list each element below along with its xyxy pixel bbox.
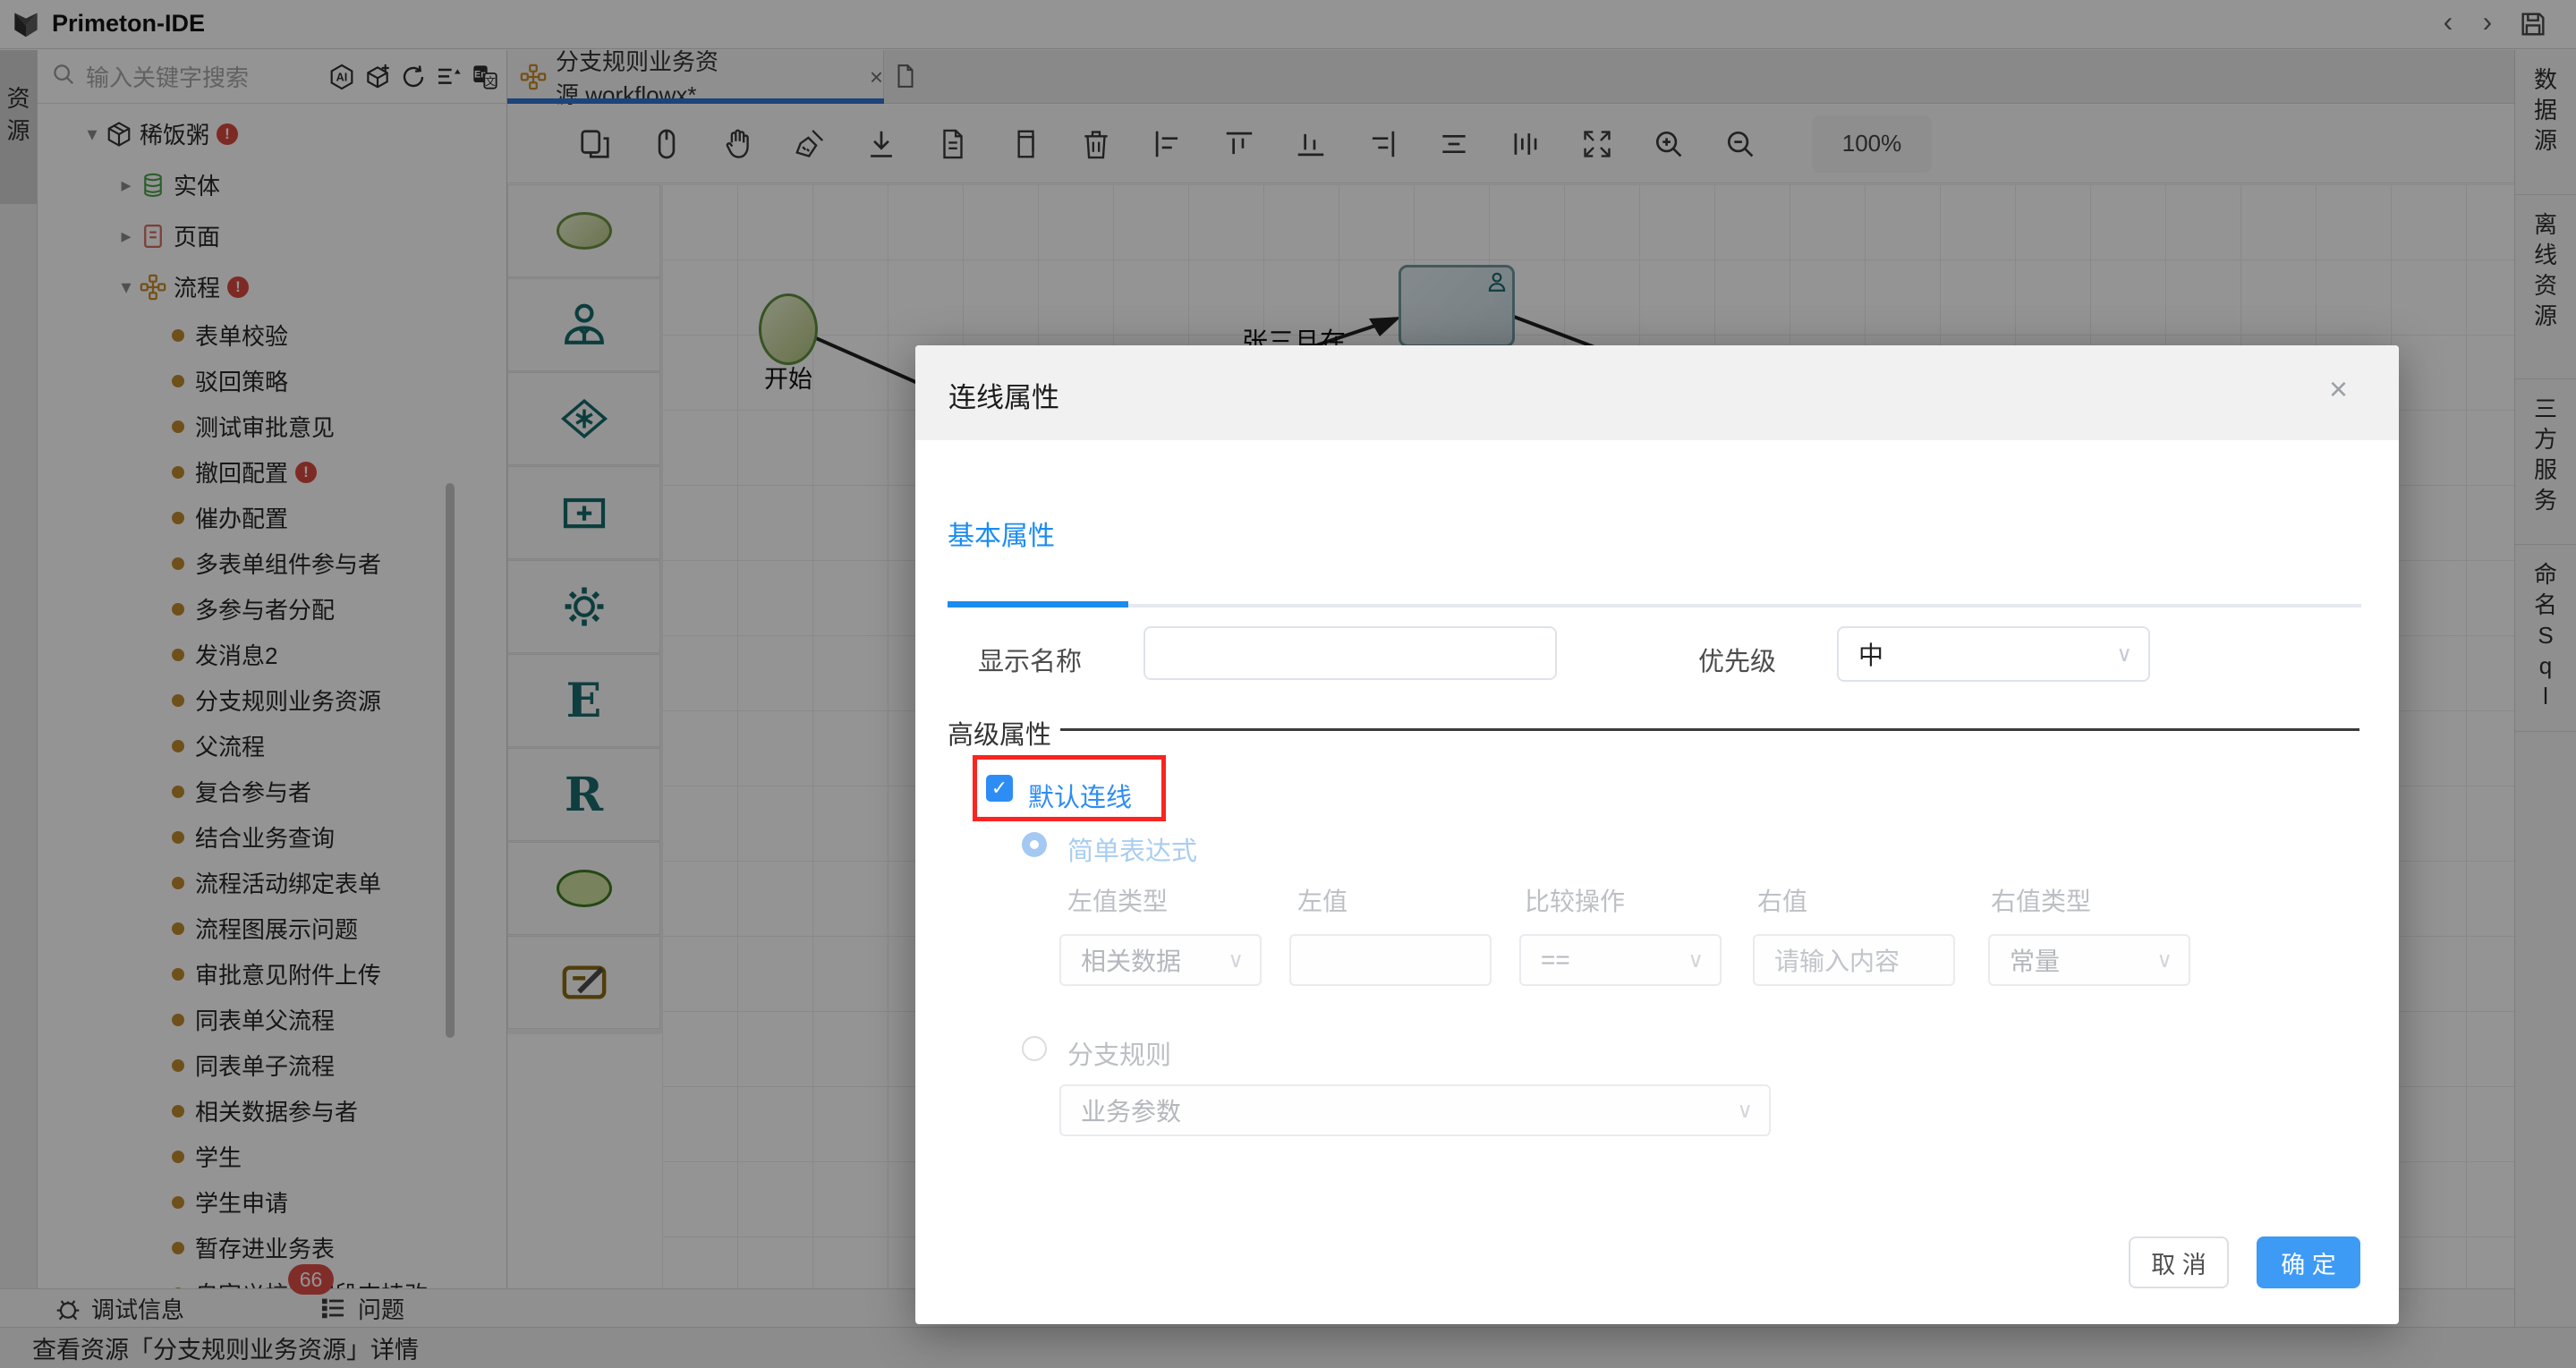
left-value-input[interactable]	[1289, 934, 1492, 986]
chevron-down-icon: ∨	[1688, 947, 1704, 973]
cancel-button[interactable]: 取 消	[2129, 1236, 2229, 1288]
ok-button[interactable]: 确 定	[2257, 1236, 2360, 1288]
column-label: 右值	[1757, 888, 1808, 915]
advanced-section-divider	[1060, 728, 2359, 731]
left-type-select[interactable]: 相关数据 ∨	[1059, 934, 1262, 986]
dialog-close-icon[interactable]: ×	[2329, 370, 2348, 408]
right-type-select[interactable]: 常量 ∨	[1988, 934, 2190, 986]
chevron-down-icon: ∨	[1228, 947, 1244, 973]
advanced-section-label: 高级属性	[948, 721, 1052, 750]
operator-select[interactable]: == ∨	[1519, 934, 1722, 986]
edge-properties-dialog: 连线属性 × 基本属性 显示名称 优先级 中 ∨ 高级属性 ✓ 默认连线 简单表…	[915, 345, 2399, 1324]
branch-param-value: 业务参数	[1081, 1098, 1182, 1126]
tab-active-underline	[948, 601, 1128, 608]
right-value-input[interactable]: 请输入内容	[1753, 934, 1955, 986]
column-label: 左值类型	[1067, 888, 1169, 915]
simple-expression-label: 简单表达式	[1067, 837, 1198, 866]
column-label: 比较操作	[1525, 888, 1626, 915]
right-type-value: 常量	[2010, 947, 2061, 975]
default-link-label: 默认连线	[1028, 784, 1133, 812]
branch-rule-radio[interactable]	[1022, 1036, 1047, 1061]
column-label: 右值类型	[1991, 888, 2092, 915]
chevron-down-icon: ∨	[1737, 1098, 1753, 1123]
display-name-label: 显示名称	[977, 648, 1082, 676]
branch-rule-label: 分支规则	[1067, 1041, 1172, 1070]
dialog-header	[915, 345, 2399, 440]
simple-expression-radio[interactable]	[1022, 832, 1047, 857]
chevron-down-icon: ∨	[2116, 642, 2132, 667]
column-label: 左值	[1297, 888, 1348, 915]
branch-param-select[interactable]: 业务参数 ∨	[1059, 1084, 1771, 1136]
priority-label: 优先级	[1697, 648, 1776, 676]
right-value-placeholder: 请输入内容	[1774, 947, 1900, 975]
left-type-value: 相关数据	[1081, 947, 1182, 975]
application-window: Primeton-IDE ‹ › 资源 输入关键字搜索 AI En 文 ▾ 稀饭粥!…	[0, 0, 2576, 1368]
chevron-down-icon: ∨	[2156, 947, 2172, 973]
dialog-title: 连线属性	[948, 382, 1059, 413]
default-link-checkbox[interactable]: ✓	[986, 775, 1013, 802]
operator-value: ==	[1541, 946, 1570, 973]
tab-basic-properties[interactable]: 基本属性	[948, 514, 1055, 553]
priority-select[interactable]: 中 ∨	[1837, 626, 2150, 682]
display-name-input[interactable]	[1143, 626, 1557, 680]
priority-value: 中	[1858, 642, 1884, 669]
tab-divider	[948, 604, 2361, 608]
